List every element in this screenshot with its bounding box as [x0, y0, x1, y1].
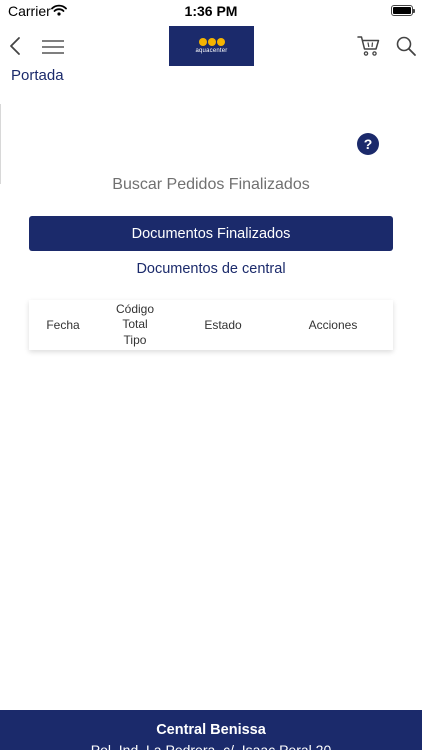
search-icon[interactable]: [395, 35, 417, 62]
finalized-documents-button[interactable]: Documentos Finalizados: [29, 216, 393, 251]
column-header-total: Total: [122, 317, 148, 332]
column-header-fecha[interactable]: Fecha: [29, 300, 97, 350]
status-bar: Carrier 1:36 PM: [0, 0, 422, 24]
column-header-estado[interactable]: Estado: [173, 300, 273, 350]
breadcrumb[interactable]: Portada: [11, 67, 64, 84]
footer: Central Benissa Pol. Ind. La Pedrera, c/…: [0, 710, 422, 750]
status-time: 1:36 PM: [184, 3, 238, 19]
back-icon[interactable]: [8, 36, 22, 61]
menu-icon[interactable]: [41, 39, 65, 60]
column-header-tipo: Tipo: [123, 332, 147, 347]
side-divider: [0, 104, 1, 184]
table-header: Fecha Código Total Tipo Estado Acciones: [29, 300, 393, 350]
cart-icon[interactable]: [357, 35, 381, 62]
logo-mark: [198, 38, 225, 46]
column-header-acciones[interactable]: Acciones: [273, 300, 393, 350]
central-documents-button[interactable]: Documentos de central: [29, 256, 393, 281]
nav-bar: aquacenter: [0, 24, 422, 70]
column-header-codigo: Código: [115, 301, 155, 316]
footer-address: Pol. Ind. La Pedrera, c/. Isaac Peral 20: [90, 742, 332, 750]
logo-text: aquacenter: [195, 48, 228, 54]
footer-title: Central Benissa: [156, 722, 266, 738]
page-title: Buscar Pedidos Finalizados: [112, 176, 310, 193]
battery-icon: [391, 5, 415, 16]
logo[interactable]: aquacenter: [169, 26, 254, 66]
column-header-codigo-total-tipo[interactable]: Código Total Tipo: [97, 300, 173, 350]
help-icon[interactable]: ?: [357, 133, 379, 155]
